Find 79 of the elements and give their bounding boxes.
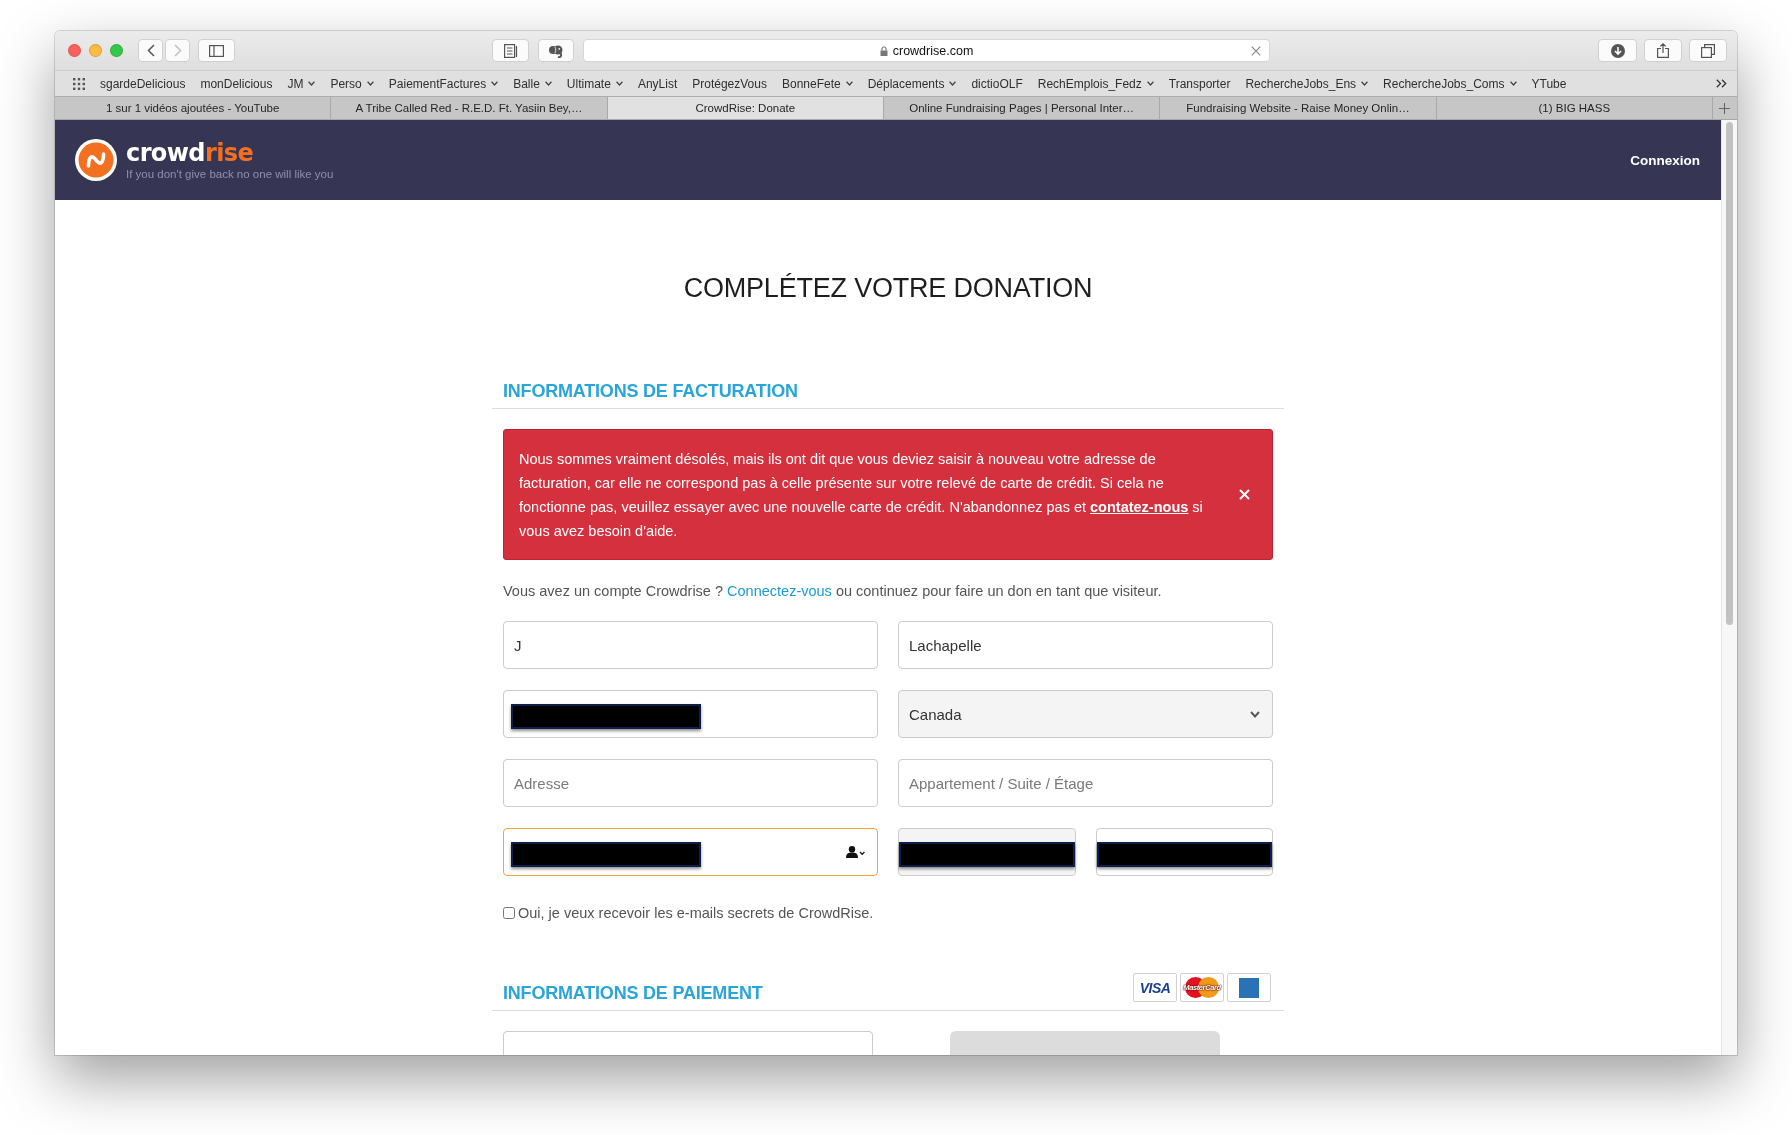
chevron-down-icon bbox=[1146, 81, 1154, 86]
bookmark-item[interactable]: AnyList bbox=[637, 76, 678, 91]
bookmark-item[interactable]: YTube bbox=[1531, 76, 1567, 91]
bookmark-item[interactable]: Déplacements bbox=[867, 76, 957, 91]
select-field[interactable] bbox=[898, 828, 1076, 876]
reader-button[interactable] bbox=[492, 39, 529, 62]
more-bookmarks-button[interactable] bbox=[1716, 79, 1727, 88]
bookmark-item[interactable]: dictioOLF bbox=[971, 76, 1023, 91]
logo-icon bbox=[75, 139, 117, 181]
tabs-icon bbox=[1701, 43, 1715, 58]
input-field[interactable] bbox=[1095, 828, 1273, 876]
person-dropdown-icon[interactable] bbox=[846, 846, 865, 858]
chevron-down-icon bbox=[1509, 81, 1517, 86]
bookmark-item[interactable]: ProtégezVous bbox=[692, 76, 767, 91]
lock-icon bbox=[879, 45, 888, 56]
plus-icon bbox=[1719, 102, 1731, 114]
close-icon bbox=[1239, 489, 1250, 500]
back-icon bbox=[146, 44, 155, 57]
close-button[interactable] bbox=[1237, 487, 1252, 502]
visa-logo: VISA bbox=[1133, 973, 1177, 1002]
page-title: COMPLÉTEZ VOTRE DONATION bbox=[683, 272, 1093, 305]
sidebar-icon bbox=[209, 44, 224, 57]
download-icon bbox=[1610, 43, 1625, 58]
browser-tab[interactable]: CrowdRise: Donate bbox=[607, 97, 884, 119]
bookmark-item[interactable]: BonneFete bbox=[781, 76, 853, 91]
extension-button[interactable] bbox=[538, 39, 574, 62]
share-button[interactable] bbox=[1644, 39, 1682, 62]
chevron-down-icon bbox=[1250, 710, 1260, 718]
reader-icon bbox=[503, 43, 518, 58]
bookmark-item[interactable]: RechercheJobs_Ens bbox=[1245, 76, 1369, 91]
error-message: Nous sommes vraiment désolés, mais ils ont dit que vous deviez saisir à nouveau votre adresse de facturation, car elle ne correspond pas à celle présente sur votre relevé de carte de crédit. Si cela ne fonctionne pas, veuillez essayer avec une nouvelle carte de crédit. N'abandonnez pas et contatez-nous si vous avez besoin d'aide. bbox=[519, 449, 1204, 541]
contact-link[interactable]: contatez-nous bbox=[1090, 498, 1189, 515]
double-chevron-icon bbox=[1716, 79, 1727, 88]
bookmark-item[interactable]: JM bbox=[287, 76, 316, 91]
forward-icon bbox=[173, 44, 182, 57]
chevron-down-icon bbox=[1361, 81, 1369, 86]
section-heading: INFORMATIONS DE PAIEMENT bbox=[503, 982, 763, 1005]
logo-wordmark: crowdrise bbox=[126, 139, 255, 166]
tagline: If you don't give back no one will like you bbox=[126, 166, 334, 181]
login-link[interactable]: Connexion bbox=[1630, 152, 1700, 168]
chevron-down-icon bbox=[491, 81, 499, 86]
elephant-icon bbox=[549, 43, 563, 58]
chevron-down-icon bbox=[366, 81, 374, 86]
sidebar-button[interactable] bbox=[198, 39, 235, 62]
back-button[interactable] bbox=[138, 39, 163, 62]
bookmark-item[interactable]: RechEmplois_Fedz bbox=[1037, 76, 1154, 91]
scrollbar-thumb[interactable] bbox=[1726, 122, 1733, 625]
grid-icon[interactable] bbox=[73, 77, 85, 90]
chevron-down-icon bbox=[308, 81, 316, 86]
bookmark-item[interactable]: monDelicious bbox=[200, 76, 273, 91]
input-field[interactable] bbox=[503, 690, 878, 738]
bookmark-item[interactable]: Perso bbox=[330, 76, 374, 91]
input-field[interactable]: Adresse bbox=[503, 759, 878, 807]
tabs-button[interactable] bbox=[1689, 39, 1727, 62]
input-field[interactable]: Lachapelle bbox=[898, 621, 1273, 669]
close-icon[interactable] bbox=[1251, 45, 1261, 56]
download-button[interactable] bbox=[1598, 39, 1637, 62]
bookmark-item[interactable]: Balle bbox=[513, 76, 552, 91]
chevron-down-icon bbox=[845, 81, 853, 86]
address-bar[interactable]: crowdrise.com bbox=[583, 39, 1270, 62]
bookmark-item[interactable]: Ultimate bbox=[566, 76, 623, 91]
chevron-down-icon bbox=[615, 81, 623, 86]
bookmark-item[interactable]: sgardeDelicious bbox=[100, 76, 186, 91]
account-prompt: Vous avez un compte Crowdrise ? Connectez-vous ou continuez pour faire un don en tant que visiteur. bbox=[503, 582, 1163, 601]
card-logo bbox=[1227, 973, 1271, 1002]
chevron-down-icon bbox=[949, 81, 957, 86]
input-field[interactable]: J bbox=[503, 621, 878, 669]
checkbox[interactable] bbox=[503, 907, 515, 919]
bookmark-item[interactable]: PaiementFactures bbox=[388, 76, 499, 91]
window-close-button[interactable] bbox=[68, 44, 81, 57]
section-heading: INFORMATIONS DE FACTURATION bbox=[503, 380, 798, 403]
bookmark-item[interactable]: RechercheJobs_Coms bbox=[1383, 76, 1517, 91]
bookmark-item[interactable]: Transporter bbox=[1168, 76, 1231, 91]
share-icon bbox=[1657, 43, 1669, 58]
input-field[interactable]: Appartement / Suite / Étage bbox=[898, 759, 1273, 807]
select-field[interactable]: Canada bbox=[898, 690, 1273, 738]
input-field[interactable] bbox=[503, 828, 878, 876]
checkbox-label: Oui, je veux recevoir les e-mails secrets de CrowdRise. bbox=[518, 904, 874, 923]
chevron-down-icon bbox=[544, 81, 552, 86]
